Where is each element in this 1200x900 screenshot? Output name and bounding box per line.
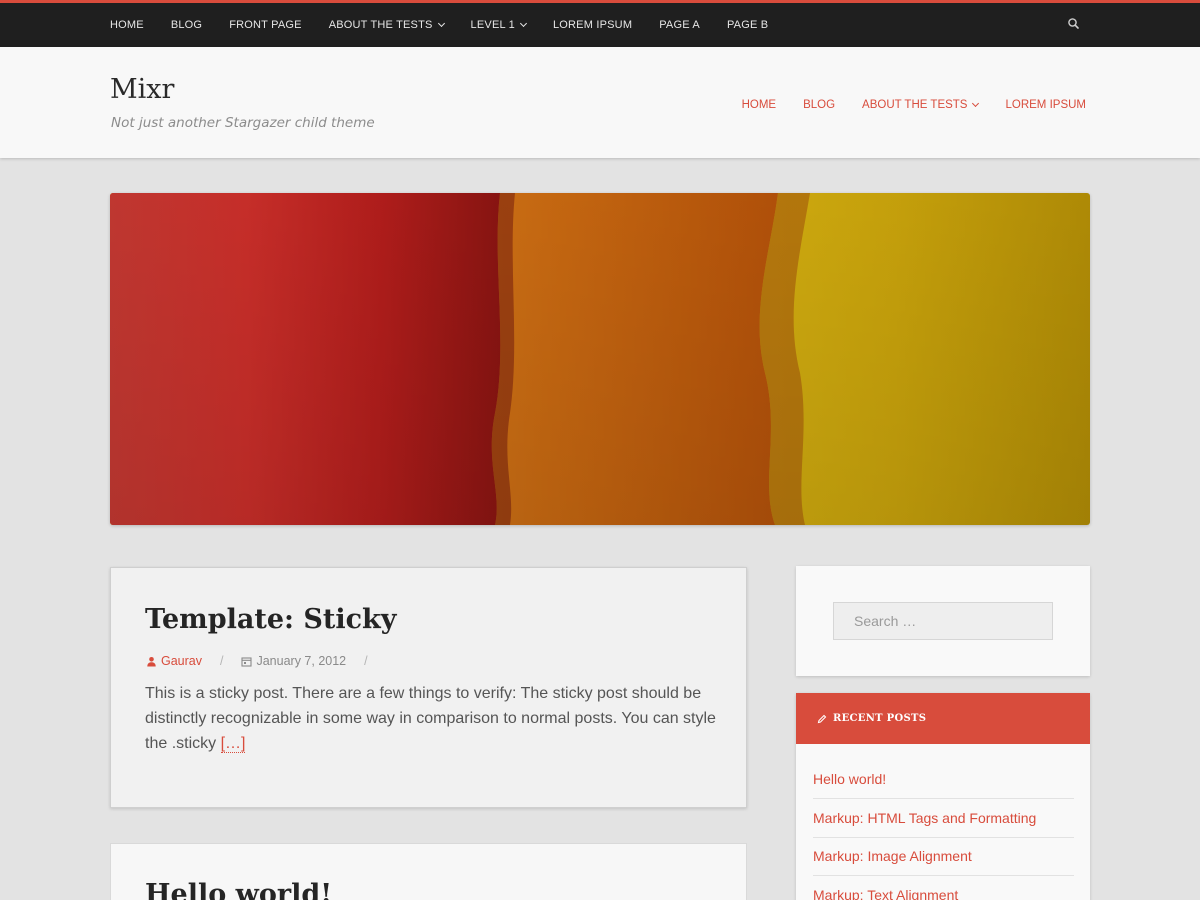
top-nav-blog[interactable]: BLOG (171, 19, 202, 31)
top-nav-label: PAGE B (726, 19, 769, 31)
widget-title: RECENT POSTS (796, 693, 1090, 744)
pencil-icon (817, 714, 827, 724)
meta-separator: / (364, 654, 368, 668)
post-card: Hello world! (110, 843, 747, 900)
user-icon (147, 656, 156, 666)
top-nav-label: ABOUT THE TESTS (328, 19, 433, 31)
header-nav-lorem-ipsum[interactable]: LOREM IPSUM (1005, 99, 1086, 111)
top-nav-page-b[interactable]: PAGE B (727, 19, 768, 31)
site-title[interactable]: Mixr (110, 74, 174, 105)
post-date[interactable]: January 7, 2012 (241, 654, 346, 668)
header-nav-label: ABOUT THE TESTS (862, 99, 968, 111)
top-nav-label: PAGE A (659, 19, 700, 31)
post-date-text: January 7, 2012 (256, 654, 347, 668)
post-title[interactable]: Template: Sticky (145, 604, 396, 635)
calendar-icon (241, 656, 253, 667)
header-nav-blog[interactable]: BLOG (803, 99, 835, 111)
top-nav-front-page[interactable]: FRONT PAGE (229, 19, 302, 31)
recent-post-link[interactable]: Hello world! (813, 744, 1074, 799)
top-nav-home[interactable]: HOME (110, 19, 144, 31)
header-nav-about-the-tests[interactable]: ABOUT THE TESTS (862, 99, 980, 111)
read-more-link[interactable]: […] (220, 735, 246, 753)
recent-post-link[interactable]: Markup: HTML Tags and Formatting (813, 799, 1074, 838)
header-nav-label: HOME (741, 99, 777, 111)
search-widget (796, 566, 1090, 676)
search-input[interactable] (833, 602, 1053, 640)
post-title[interactable]: Hello world! (145, 879, 332, 900)
top-menu: HOME BLOG FRONT PAGE ABOUT THE TESTS LEV… (110, 3, 795, 47)
post-card: Template: Sticky Gaurav / January 7, 201… (110, 567, 747, 808)
top-navigation-bar: HOME BLOG FRONT PAGE ABOUT THE TESTS LEV… (0, 0, 1200, 47)
recent-post-link[interactable]: Markup: Text Alignment (813, 876, 1074, 900)
header-nav-label: BLOG (803, 99, 836, 111)
top-nav-page-a[interactable]: PAGE A (659, 19, 700, 31)
top-nav-label: HOME (110, 19, 144, 31)
post-meta: Gaurav / January 7, 2012 / (146, 654, 386, 668)
top-nav-label: BLOG (170, 19, 203, 31)
header-image (110, 193, 1090, 525)
widget-title-text: RECENT POSTS (833, 713, 927, 724)
chevron-down-icon (519, 19, 528, 28)
recent-posts-widget: RECENT POSTS Hello world! Markup: HTML T… (796, 693, 1090, 900)
header-nav-label: LOREM IPSUM (1005, 99, 1086, 111)
chevron-down-icon (972, 99, 980, 108)
top-nav-about-the-tests[interactable]: ABOUT THE TESTS (328, 19, 445, 31)
post-author-name: Gaurav (161, 654, 202, 668)
top-nav-label: FRONT PAGE (229, 19, 302, 31)
post-author[interactable]: Gaurav (146, 654, 202, 668)
meta-separator: / (220, 654, 224, 668)
top-nav-label: LOREM IPSUM (552, 19, 633, 31)
site-header: Mixr Not just another Stargazer child th… (0, 47, 1200, 158)
search-icon[interactable] (1066, 16, 1082, 32)
recent-post-link[interactable]: Markup: Image Alignment (813, 838, 1074, 876)
top-nav-level-1[interactable]: LEVEL 1 (470, 19, 528, 31)
top-nav-label: LEVEL 1 (470, 19, 515, 31)
post-excerpt: This is a sticky post. There are a few t… (145, 681, 720, 756)
chevron-down-icon (437, 19, 445, 28)
site-description: Not just another Stargazer child theme (111, 115, 375, 131)
primary-menu: HOME BLOG ABOUT THE TESTS LOREM IPSUM (715, 99, 1086, 111)
recent-posts-list: Hello world! Markup: HTML Tags and Forma… (796, 744, 1090, 900)
header-nav-home[interactable]: HOME (742, 99, 777, 111)
top-nav-lorem-ipsum[interactable]: LOREM IPSUM (553, 19, 632, 31)
